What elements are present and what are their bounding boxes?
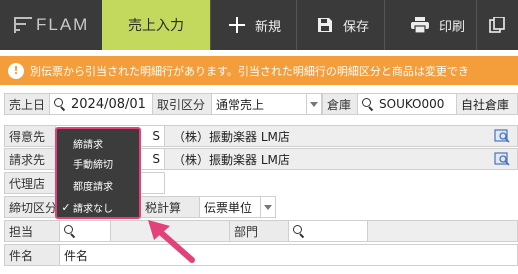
menu-item-closing-billing[interactable]: 締請求 xyxy=(57,133,139,153)
warehouse-code: SOUKO000 xyxy=(379,97,445,111)
logo-text: FLAM xyxy=(36,15,90,34)
plus-icon xyxy=(229,17,245,33)
subject-field[interactable]: 件名 xyxy=(59,244,518,266)
customer-code-tail: S xyxy=(152,129,160,143)
customer-label: 得意先 xyxy=(4,125,56,147)
sales-date-label: 売上日 xyxy=(4,93,50,115)
warning-banner: ! 別伝票から引当された明細行があります。引当された明細行の明細区分と商品は変更… xyxy=(0,56,518,85)
menu-item-no-billing[interactable]: ✓ 請求なし xyxy=(57,197,139,217)
save-label: 保存 xyxy=(343,19,370,35)
tab-sales-entry[interactable]: 売上入力 xyxy=(102,0,210,50)
menu-item-label: 都度請求 xyxy=(73,181,113,193)
warning-message: 別伝票から引当された明細行があります。引当された明細行の明細区分と商品は変更でき xyxy=(30,64,469,78)
billing-label: 請求先 xyxy=(4,148,56,170)
department-field[interactable] xyxy=(288,220,368,242)
trade-type-dropdown-icon[interactable] xyxy=(306,93,322,115)
trade-type-label: 取引区分 xyxy=(152,93,212,115)
check-icon: ✓ xyxy=(61,200,71,214)
department-name xyxy=(367,220,518,242)
trade-type-value: 通常売上 xyxy=(216,97,265,112)
logo-mark-icon xyxy=(14,16,32,34)
menu-item-label: 締請求 xyxy=(73,139,103,151)
menu-item-label: 手動締切 xyxy=(73,159,113,171)
warehouse-field[interactable]: SOUKO000 xyxy=(357,93,457,115)
print-label: 印刷 xyxy=(439,19,466,35)
search-icon xyxy=(293,225,305,237)
subject-label: 件名 xyxy=(4,244,60,266)
customer-lookup-icon[interactable] xyxy=(494,129,510,143)
sales-date-field[interactable]: 2024/08/01 xyxy=(49,93,153,115)
printer-icon xyxy=(411,17,429,33)
agent-label: 代理店 xyxy=(4,172,56,194)
tax-calc-value: 伝票単位 xyxy=(204,200,253,215)
staff-field[interactable] xyxy=(59,220,111,242)
search-icon xyxy=(362,98,374,110)
sales-date-value: 2024/08/01 xyxy=(71,96,146,112)
closing-type-menu: 締請求 手動締切 都度請求 ✓ 請求なし xyxy=(55,127,141,219)
warehouse-name: 自社倉庫 xyxy=(456,93,518,115)
staff-label: 担当 xyxy=(4,220,60,242)
save-button[interactable]: 保存 xyxy=(296,0,384,50)
new-label: 新規 xyxy=(255,19,282,35)
floppy-disk-icon xyxy=(317,17,333,33)
tax-calc-select[interactable]: 伝票単位 xyxy=(199,196,261,218)
print-button[interactable]: 印刷 xyxy=(384,0,476,50)
warehouse-label: 倉庫 xyxy=(322,93,358,115)
new-button[interactable]: 新規 xyxy=(210,0,296,50)
menu-item-per-transaction[interactable]: 都度請求 xyxy=(57,175,139,195)
annotation-arrow-icon xyxy=(148,220,195,263)
search-icon xyxy=(54,98,66,110)
menu-item-manual-closing[interactable]: 手動締切 xyxy=(57,153,139,173)
customer-name: （株）振動楽器 LM店 xyxy=(164,125,518,147)
billing-name: （株）振動楽器 LM店 xyxy=(164,148,518,170)
tax-calc-label: 税計算 xyxy=(140,196,200,218)
copy-button[interactable] xyxy=(476,0,518,50)
search-icon xyxy=(64,225,76,237)
billing-code-tail: S xyxy=(152,152,160,166)
department-label: 部門 xyxy=(229,220,289,242)
tax-calc-dropdown-icon[interactable] xyxy=(260,196,276,218)
copy-icon xyxy=(489,17,505,33)
billing-lookup-icon[interactable] xyxy=(494,152,510,166)
app-logo: FLAM xyxy=(14,13,89,37)
top-toolbar: FLAM 売上入力 新規 保存 印刷 xyxy=(0,0,518,50)
trade-type-select[interactable]: 通常売上 xyxy=(211,93,307,115)
warning-icon: ! xyxy=(8,62,24,79)
menu-item-label: 請求なし xyxy=(73,203,113,215)
subject-value: 件名 xyxy=(64,248,89,263)
